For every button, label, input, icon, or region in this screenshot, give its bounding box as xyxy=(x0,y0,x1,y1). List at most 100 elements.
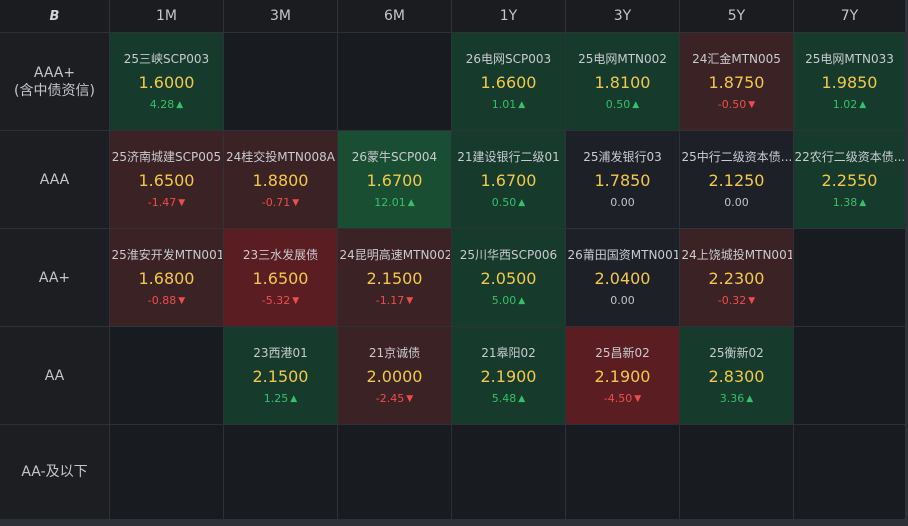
bond-cell[interactable]: 21建设银行二级01 1.6700 0.50 ▲ xyxy=(452,131,565,228)
change-value: 1.02 xyxy=(832,98,858,111)
bond-cell[interactable]: 25三峡SCP003 1.6000 4.28 ▲ xyxy=(110,33,223,130)
change-value: -5.32 xyxy=(261,294,291,307)
yield-value: 1.8800 xyxy=(252,171,309,190)
up-arrow-icon: ▲ xyxy=(518,100,526,110)
change-value: 5.00 xyxy=(491,294,517,307)
yield-value: 2.1250 xyxy=(708,171,765,190)
bond-cell[interactable]: 21皋阳02 2.1900 5.48 ▲ xyxy=(452,327,565,424)
bond-name: 25昌新02 xyxy=(595,346,650,360)
bond-cell[interactable]: 24上饶城投MTN001 2.2300 -0.32 ▼ xyxy=(680,229,793,326)
bond-name: 21建设银行二级01 xyxy=(457,150,560,164)
column-header-3y[interactable]: 3Y xyxy=(566,0,679,32)
bond-cell[interactable]: 24昆明高速MTN002 2.1500 -1.17 ▼ xyxy=(338,229,451,326)
yield-value: 1.7850 xyxy=(594,171,651,190)
bond-name: 25中行二级资本债... xyxy=(681,150,792,164)
yield-change: 1.02 ▲ xyxy=(833,98,866,112)
yield-change: 12.01 ▲ xyxy=(374,196,414,210)
yield-change: -4.50 ▼ xyxy=(604,392,641,406)
down-arrow-icon: ▼ xyxy=(178,296,186,306)
bond-cell[interactable]: 25昌新02 2.1900 -4.50 ▼ xyxy=(566,327,679,424)
yield-value: 2.1500 xyxy=(366,269,423,288)
bond-cell[interactable]: 25电网MTN002 1.8100 0.50 ▲ xyxy=(566,33,679,130)
column-header-3m[interactable]: 3M xyxy=(224,0,337,32)
empty-cell xyxy=(794,327,905,424)
down-arrow-icon: ▼ xyxy=(406,296,414,306)
bond-cell[interactable]: 26莆田国资MTN001 2.0400 0.00 xyxy=(566,229,679,326)
yield-change: -2.45 ▼ xyxy=(376,392,413,406)
empty-cell xyxy=(224,33,337,130)
change-value: 0.00 xyxy=(610,294,635,307)
bond-cell[interactable]: 25济南城建SCP005 1.6500 -1.47 ▼ xyxy=(110,131,223,228)
bond-cell[interactable]: 25淮安开发MTN001 1.6800 -0.88 ▼ xyxy=(110,229,223,326)
bond-cell[interactable]: 25浦发银行03 1.7850 0.00 xyxy=(566,131,679,228)
bond-name: 25电网MTN002 xyxy=(578,52,667,66)
column-header-7y[interactable]: 7Y xyxy=(794,0,905,32)
rating-label: AA-及以下 xyxy=(21,464,88,480)
yield-value: 1.6700 xyxy=(366,171,423,190)
bond-yield-matrix: B 1M 3M 6M 1Y 3Y 5Y 7Y AAA+ (含中债资信) 25三峡SCP003 1.6… xyxy=(0,0,908,526)
column-header-6m[interactable]: 6M xyxy=(338,0,451,32)
change-value: -0.50 xyxy=(717,98,747,111)
bond-name: 26莆田国资MTN001 xyxy=(567,248,678,262)
up-arrow-icon: ▲ xyxy=(176,100,184,110)
bond-cell[interactable]: 25衡新02 2.8300 3.36 ▲ xyxy=(680,327,793,424)
yield-change: 0.50 ▲ xyxy=(606,98,639,112)
down-arrow-icon: ▼ xyxy=(292,296,300,306)
bond-cell[interactable]: 23西港01 2.1500 1.25 ▲ xyxy=(224,327,337,424)
empty-cell xyxy=(680,425,793,519)
yield-value: 1.6600 xyxy=(480,73,537,92)
bond-cell[interactable]: 24汇金MTN005 1.8750 -0.50 ▼ xyxy=(680,33,793,130)
bond-cell[interactable]: 26蒙牛SCP004 1.6700 12.01 ▲ xyxy=(338,131,451,228)
yield-change: 1.38 ▲ xyxy=(833,196,866,210)
yield-change: 0.00 xyxy=(610,294,635,308)
row-label: AAA xyxy=(0,131,109,228)
change-value: -4.50 xyxy=(603,392,633,405)
bond-cell[interactable]: 25川华西SCP006 2.0500 5.00 ▲ xyxy=(452,229,565,326)
bond-name: 25淮安开发MTN001 xyxy=(111,248,222,262)
change-value: 0.00 xyxy=(610,196,635,209)
bond-name: 24昆明高速MTN002 xyxy=(339,248,450,262)
up-arrow-icon: ▲ xyxy=(859,198,867,208)
bond-name: 26电网SCP003 xyxy=(465,52,552,66)
bond-cell[interactable]: 26电网SCP003 1.6600 1.01 ▲ xyxy=(452,33,565,130)
row-label: AAA+ (含中债资信) xyxy=(0,33,109,130)
change-value: -0.32 xyxy=(717,294,747,307)
bond-cell[interactable]: 22农行二级资本债... 2.2550 1.38 ▲ xyxy=(794,131,905,228)
down-arrow-icon: ▼ xyxy=(178,198,186,208)
yield-change: 5.48 ▲ xyxy=(492,392,525,406)
bond-name: 24汇金MTN005 xyxy=(692,52,781,66)
yield-change: 1.25 ▲ xyxy=(264,392,297,406)
row-label: AA-及以下 xyxy=(0,425,109,519)
app-logo-icon[interactable]: B xyxy=(50,9,60,24)
bond-cell[interactable]: 24桂交投MTN008A 1.8800 -0.71 ▼ xyxy=(224,131,337,228)
up-arrow-icon: ▲ xyxy=(746,394,754,404)
change-value: 0.50 xyxy=(605,98,631,111)
up-arrow-icon: ▲ xyxy=(632,100,640,110)
bond-cell[interactable]: 23三水发展债 1.6500 -5.32 ▼ xyxy=(224,229,337,326)
up-arrow-icon: ▲ xyxy=(407,198,415,208)
change-value: 0.00 xyxy=(724,196,749,209)
column-header-5y[interactable]: 5Y xyxy=(680,0,793,32)
change-value: -1.47 xyxy=(147,196,177,209)
bond-cell[interactable]: 21京诚债 2.0000 -2.45 ▼ xyxy=(338,327,451,424)
down-arrow-icon: ▼ xyxy=(292,198,300,208)
yield-change: 0.00 xyxy=(610,196,635,210)
bond-cell[interactable]: 25电网MTN033 1.9850 1.02 ▲ xyxy=(794,33,905,130)
yield-value: 2.1500 xyxy=(252,367,309,386)
bond-cell[interactable]: 25中行二级资本债... 2.1250 0.00 xyxy=(680,131,793,228)
yield-value: 2.0500 xyxy=(480,269,537,288)
yield-value: 2.2300 xyxy=(708,269,765,288)
column-header-1y[interactable]: 1Y xyxy=(452,0,565,32)
change-value: 1.25 xyxy=(263,392,289,405)
column-header-1m[interactable]: 1M xyxy=(110,0,223,32)
yield-value: 1.6000 xyxy=(138,73,195,92)
change-value: -0.88 xyxy=(147,294,177,307)
bond-name: 21京诚债 xyxy=(368,346,421,360)
up-arrow-icon: ▲ xyxy=(518,296,526,306)
change-value: 4.28 xyxy=(149,98,175,111)
bond-name: 25浦发银行03 xyxy=(583,150,662,164)
rating-label: AAA xyxy=(39,171,70,188)
empty-cell xyxy=(338,33,451,130)
row-label: AA+ xyxy=(0,229,109,326)
empty-cell xyxy=(338,425,451,519)
